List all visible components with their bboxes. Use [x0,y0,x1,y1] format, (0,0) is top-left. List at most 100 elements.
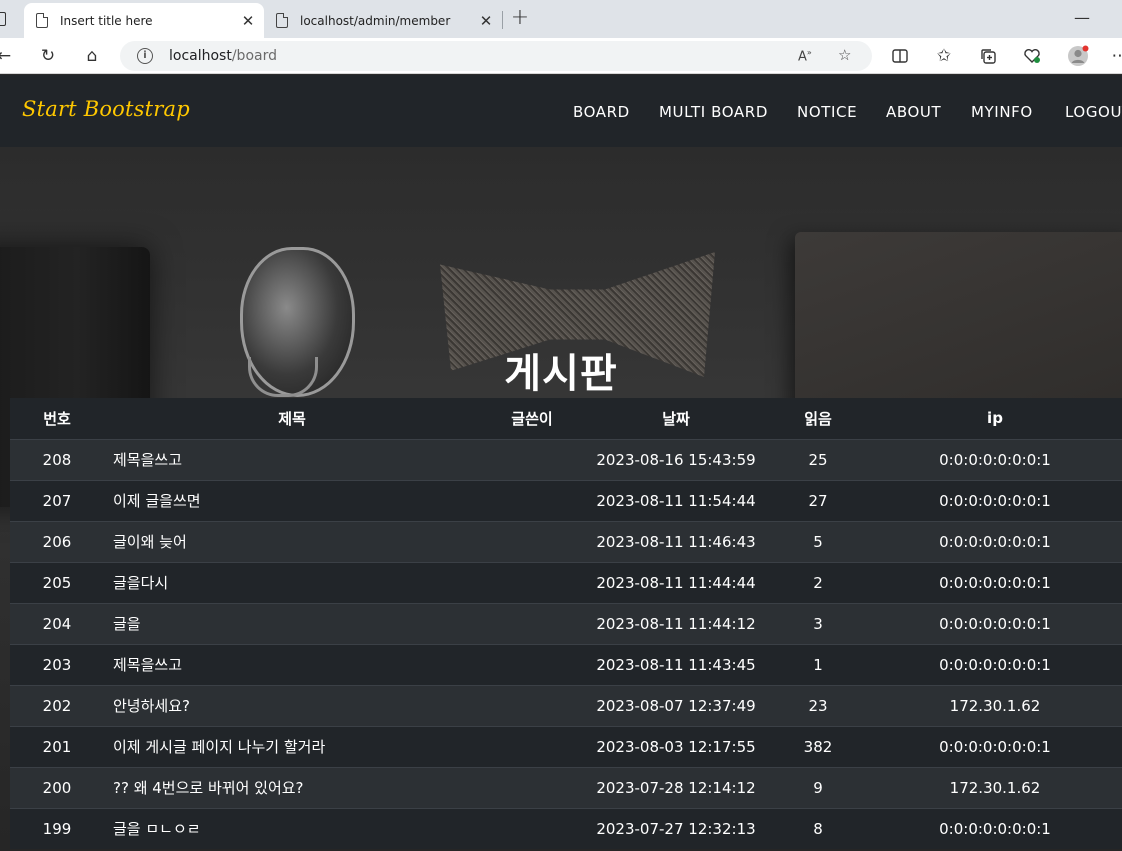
post-title-link[interactable]: 제목을쓰고 [104,643,480,685]
post-title-link[interactable]: 제목을쓰고 [104,438,480,480]
header-writer: 글쓴이 [480,398,584,440]
cell-ip: 0:0:0:0:0:0:0:1 [868,438,1122,480]
cell-writer [480,520,584,562]
cell-writer [480,807,584,849]
cell-no: 202 [10,684,104,726]
table-row[interactable]: 200?? 왜 4번으로 바뀌어 있어요? 2023-07-28 12:14:12… [10,766,1122,808]
cell-writer [480,766,584,808]
cell-ip: 172.30.1.62 [868,684,1122,726]
cell-date: 2023-07-28 12:14:12 [584,766,768,808]
table-row[interactable]: 208 제목을쓰고 2023-08-16 15:43:59 25 0:0:0:0:0:0… [10,438,1122,480]
new-tab-button[interactable]: + [508,6,532,32]
cell-writer [480,684,584,726]
cell-no: 200 [10,766,104,808]
table-row[interactable]: 203 제목을쓰고 2023-08-11 11:43:45 1 0:0:0:0:0:0:… [10,643,1122,685]
cell-no: 206 [10,520,104,562]
post-title-link[interactable]: 글을 [104,602,480,644]
address-host: localhost [169,48,232,64]
cell-date: 2023-08-03 12:17:55 [584,725,768,767]
page-icon [276,13,288,28]
post-title-link[interactable]: 글을 ㅁㄴㅇㄹ [104,807,480,849]
table-row[interactable]: 201 이제 게시글 페이지 나누기 할거라 2023-08-03 12:17:55… [10,725,1122,767]
table-header-row: 번호 제목 글쓴이 날짜 읽음 ip [10,398,1122,440]
header-ip: ip [868,398,1122,440]
address-text[interactable]: localhost/board [169,48,277,64]
refresh-icon[interactable]: ↻ [36,44,60,68]
cell-date: 2023-08-11 11:44:44 [584,561,768,603]
page-title: 게시판 [504,351,618,397]
cell-writer [480,438,584,480]
favorite-star-icon[interactable]: ☆ [838,46,851,64]
cell-ip: 0:0:0:0:0:0:0:1 [868,643,1122,685]
cell-writer [480,561,584,603]
more-menu-icon[interactable]: ⋯ [1108,44,1122,68]
cell-date: 2023-08-11 11:46:43 [584,520,768,562]
page-icon [36,13,48,28]
post-title-link[interactable]: ?? 왜 4번으로 바뀌어 있어요? [104,766,480,808]
close-tab-icon[interactable]: ✕ [238,12,258,30]
nav-item-logout[interactable]: LOGOUT [1065,103,1122,121]
table-row[interactable]: 202 안녕하세요? 2023-08-07 12:37:49 23 172.30.1.6… [10,684,1122,726]
browser-tab-active[interactable]: Insert title here ✕ [24,3,264,38]
cell-read-count: 9 [768,766,868,808]
tab-separator [502,11,503,29]
cell-ip: 0:0:0:0:0:0:0:1 [868,807,1122,849]
post-title-link[interactable]: 글을다시 [104,561,480,603]
read-aloud-icon[interactable]: A» [798,48,812,64]
header-title: 제목 [104,398,480,440]
browser-health-icon[interactable] [1020,44,1044,68]
cell-date: 2023-08-16 15:43:59 [584,438,768,480]
tab-title: Insert title here [60,13,153,28]
cell-ip: 0:0:0:0:0:0:0:1 [868,602,1122,644]
address-path: /board [231,48,277,64]
nav-item-about[interactable]: ABOUT [886,103,941,121]
cell-date: 2023-08-11 11:44:12 [584,602,768,644]
cell-no: 208 [10,438,104,480]
browser-toolbar: ← ↻ ⌂ i localhost/board A» ☆ ✩ ⋯ [0,38,1122,74]
table-row[interactable]: 206 글이왜 늦어 2023-08-11 11:46:43 5 0:0:0:0:0:0… [10,520,1122,562]
split-screen-icon[interactable] [888,44,912,68]
cell-writer [480,479,584,521]
profile-avatar[interactable] [1066,44,1090,68]
back-icon[interactable]: ← [0,44,16,68]
cell-read-count: 382 [768,725,868,767]
post-title-link[interactable]: 이제 글을쓰면 [104,479,480,521]
cell-ip: 0:0:0:0:0:0:0:1 [868,479,1122,521]
brand-logo[interactable]: Start Bootstrap [22,97,190,121]
table-row[interactable]: 204 글을 2023-08-11 11:44:12 3 0:0:0:0:0:0:0:1 [10,602,1122,644]
nav-item-myinfo[interactable]: MYINFO [971,103,1033,121]
cell-no: 207 [10,479,104,521]
nav-item-board[interactable]: BOARD [573,103,630,121]
nav-item-multi-board[interactable]: MULTI BOARD [659,103,768,121]
address-bar[interactable]: i localhost/board A» ☆ [120,41,872,71]
cell-ip: 0:0:0:0:0:0:0:1 [868,520,1122,562]
header-no: 번호 [10,398,104,440]
cell-read-count: 2 [768,561,868,603]
cell-ip: 0:0:0:0:0:0:0:1 [868,561,1122,603]
table-row[interactable]: 199 글을 ㅁㄴㅇㄹ 2023-07-27 12:32:13 8 0:0:0:0:0:… [10,807,1122,849]
cell-date: 2023-08-11 11:43:45 [584,643,768,685]
cell-date: 2023-08-11 11:54:44 [584,479,768,521]
cell-writer [480,725,584,767]
tab-title: localhost/admin/member [300,13,451,28]
minimize-button[interactable]: — [1074,8,1090,27]
post-title-link[interactable]: 이제 게시글 페이지 나누기 할거라 [104,725,480,767]
table-row[interactable]: 207 이제 글을쓰면 2023-08-11 11:54:44 27 0:0:0:0:0… [10,479,1122,521]
favorites-icon[interactable]: ✩ [932,44,956,68]
collections-icon[interactable] [976,44,1000,68]
cell-writer [480,643,584,685]
cell-read-count: 27 [768,479,868,521]
post-title-link[interactable]: 글이왜 늦어 [104,520,480,562]
browser-tab[interactable]: localhost/admin/member ✕ [264,3,502,38]
cell-read-count: 5 [768,520,868,562]
cell-read-count: 3 [768,602,868,644]
cell-no: 199 [10,807,104,849]
post-title-link[interactable]: 안녕하세요? [104,684,480,726]
site-navbar: Start Bootstrap BOARD MULTI BOARD NOTICE… [0,75,1122,147]
browser-tabstrip: Insert title here ✕ localhost/admin/memb… [0,0,1122,38]
home-icon[interactable]: ⌂ [80,44,104,68]
close-tab-icon[interactable]: ✕ [476,12,496,30]
site-info-icon[interactable]: i [137,48,153,64]
nav-item-notice[interactable]: NOTICE [797,103,857,121]
table-row[interactable]: 205 글을다시 2023-08-11 11:44:44 2 0:0:0:0:0:0:0… [10,561,1122,603]
